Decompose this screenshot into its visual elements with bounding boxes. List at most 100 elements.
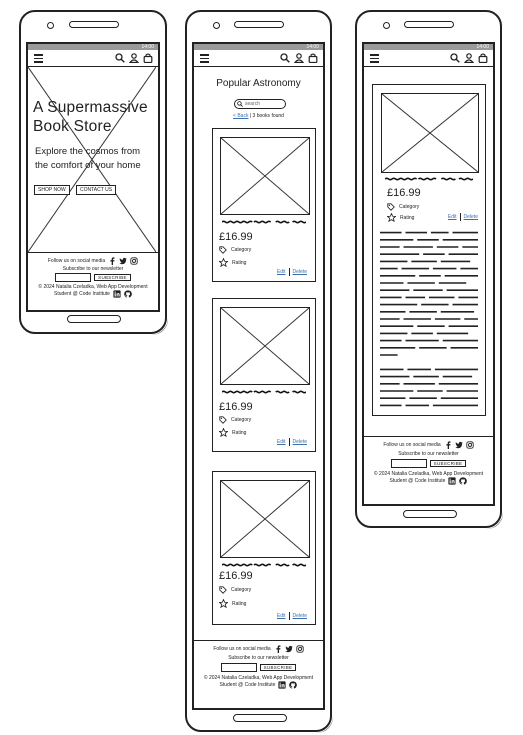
rating-label: Rating bbox=[232, 259, 247, 266]
github-icon[interactable] bbox=[124, 290, 132, 298]
book-image-placeholder bbox=[220, 137, 310, 215]
footer-copyright: © 2024 Natalia Czeladka, Web App Develop… bbox=[203, 675, 314, 681]
placeholder-cross-icon bbox=[382, 94, 478, 172]
navbar bbox=[364, 50, 493, 67]
category-label: Category bbox=[399, 204, 420, 210]
rating-label: Rating bbox=[400, 214, 415, 221]
book-image-placeholder bbox=[220, 480, 310, 558]
instagram-icon[interactable] bbox=[296, 645, 304, 653]
product-rating: Rating bbox=[219, 428, 246, 437]
speaker-grille bbox=[69, 21, 119, 28]
speaker-grille bbox=[234, 21, 284, 28]
edit-link[interactable]: Edit bbox=[277, 439, 286, 445]
hero-tagline-line1: Explore the cosmos from bbox=[35, 146, 141, 157]
twitter-icon[interactable] bbox=[455, 441, 463, 449]
account-icon[interactable] bbox=[129, 53, 139, 63]
card-actions: Edit Delete bbox=[277, 268, 307, 276]
newsletter-email-input[interactable] bbox=[55, 273, 92, 282]
product-category: Category bbox=[219, 586, 251, 594]
linkedin-icon[interactable] bbox=[278, 681, 286, 689]
subscribe-button[interactable]: SUBSCRIBE bbox=[94, 274, 131, 281]
subscribe-button[interactable]: SUBSCRIBE bbox=[259, 664, 297, 671]
camera-icon bbox=[47, 22, 54, 29]
account-icon[interactable] bbox=[294, 53, 304, 63]
tag-icon bbox=[387, 203, 395, 211]
contact-us-button[interactable]: CONTACT US bbox=[76, 185, 117, 195]
facebook-icon[interactable] bbox=[444, 441, 452, 449]
footer-copyright: © 2024 Natalia Czeladka, Web App Develop… bbox=[38, 284, 148, 290]
github-icon[interactable] bbox=[289, 681, 297, 689]
linkedin-icon[interactable] bbox=[113, 290, 121, 298]
product-category: Category bbox=[219, 246, 251, 254]
detail-actions: Edit Delete bbox=[448, 213, 478, 221]
search-placeholder: search bbox=[245, 101, 261, 107]
placeholder-cross-icon bbox=[221, 481, 309, 557]
newsletter-email-input[interactable] bbox=[220, 663, 257, 672]
footer-student-text: Student @ Code Institute bbox=[219, 682, 276, 688]
placeholder-cross-icon bbox=[221, 308, 309, 384]
page-title: Popular Astronomy bbox=[216, 78, 301, 89]
footer-follow-text: Follow us on social media bbox=[383, 442, 441, 448]
placeholder-cross-icon bbox=[221, 138, 309, 214]
delete-link[interactable]: Delete bbox=[293, 613, 307, 619]
instagram-icon[interactable] bbox=[466, 441, 474, 449]
hamburger-icon[interactable] bbox=[200, 54, 209, 63]
card-actions: Edit Delete bbox=[277, 438, 307, 446]
search-bar[interactable]: search bbox=[234, 99, 286, 109]
product-card[interactable]: £16.99 Category Rating Edit Delete bbox=[212, 298, 316, 452]
edit-link[interactable]: Edit bbox=[277, 269, 286, 275]
product-card[interactable]: £16.99 Category Rating Edit Delete bbox=[212, 128, 316, 282]
footer: Follow us on social media Subscribe to o… bbox=[194, 640, 323, 707]
delete-link[interactable]: Delete bbox=[464, 214, 478, 220]
github-icon[interactable] bbox=[459, 477, 467, 485]
twitter-icon[interactable] bbox=[285, 645, 293, 653]
book-image-placeholder bbox=[381, 93, 479, 173]
book-title-scribble bbox=[222, 390, 306, 394]
screen-home: 14:00 A Supermassive Book Store Explore … bbox=[26, 42, 160, 312]
subscribe-button[interactable]: SUBSCRIBE bbox=[429, 460, 467, 467]
instagram-icon[interactable] bbox=[130, 257, 138, 265]
linkedin-icon[interactable] bbox=[448, 477, 456, 485]
edit-link[interactable]: Edit bbox=[448, 214, 457, 220]
edit-link[interactable]: Edit bbox=[277, 613, 286, 619]
search-icon[interactable] bbox=[115, 53, 125, 63]
home-indicator bbox=[403, 510, 457, 518]
phone-products: 14:00 Popular Astronomy search < Back | … bbox=[185, 10, 332, 732]
facebook-icon[interactable] bbox=[108, 257, 116, 265]
bag-icon[interactable] bbox=[143, 53, 153, 63]
search-icon[interactable] bbox=[450, 53, 460, 63]
shop-now-button[interactable]: SHOP NOW bbox=[34, 185, 70, 195]
product-card[interactable]: £16.99 Category Rating Edit Delete bbox=[212, 471, 316, 625]
back-link[interactable]: < Back bbox=[233, 113, 248, 119]
hamburger-icon[interactable] bbox=[370, 54, 379, 63]
hamburger-icon[interactable] bbox=[34, 54, 43, 63]
delete-link[interactable]: Delete bbox=[293, 269, 307, 275]
footer-student-text: Student @ Code Institute bbox=[389, 478, 446, 484]
star-icon bbox=[219, 428, 228, 437]
footer-student-text: Student @ Code Institute bbox=[54, 291, 110, 297]
facebook-icon[interactable] bbox=[274, 645, 282, 653]
footer-subscribe-text: Subscribe to our newsletter bbox=[398, 451, 459, 457]
category-label: Category bbox=[231, 587, 252, 593]
product-rating: Rating bbox=[219, 599, 246, 608]
hero-tagline-line2: the comfort of your home bbox=[35, 160, 141, 171]
footer-copyright: © 2024 Natalia Czeladka, Web App Develop… bbox=[373, 471, 484, 477]
product-price: £16.99 bbox=[219, 570, 253, 582]
hero-tagline: Explore the cosmos from the comfort of y… bbox=[35, 145, 141, 173]
star-icon bbox=[219, 258, 228, 267]
delete-link[interactable]: Delete bbox=[293, 439, 307, 445]
footer-subscribe-text: Subscribe to our newsletter bbox=[228, 655, 289, 661]
newsletter-email-input[interactable] bbox=[390, 459, 427, 468]
phone-home: 14:00 A Supermassive Book Store Explore … bbox=[19, 10, 167, 334]
rating-label: Rating bbox=[232, 429, 247, 436]
twitter-icon[interactable] bbox=[119, 257, 127, 265]
search-icon[interactable] bbox=[280, 53, 290, 63]
product-rating: Rating bbox=[219, 258, 246, 267]
bag-icon[interactable] bbox=[308, 53, 318, 63]
book-title-scribble bbox=[385, 177, 473, 181]
bag-icon[interactable] bbox=[478, 53, 488, 63]
product-price: £16.99 bbox=[387, 187, 421, 199]
footer-subscribe-text: Subscribe to our newsletter bbox=[62, 266, 124, 272]
tag-icon bbox=[219, 586, 227, 594]
account-icon[interactable] bbox=[464, 53, 474, 63]
